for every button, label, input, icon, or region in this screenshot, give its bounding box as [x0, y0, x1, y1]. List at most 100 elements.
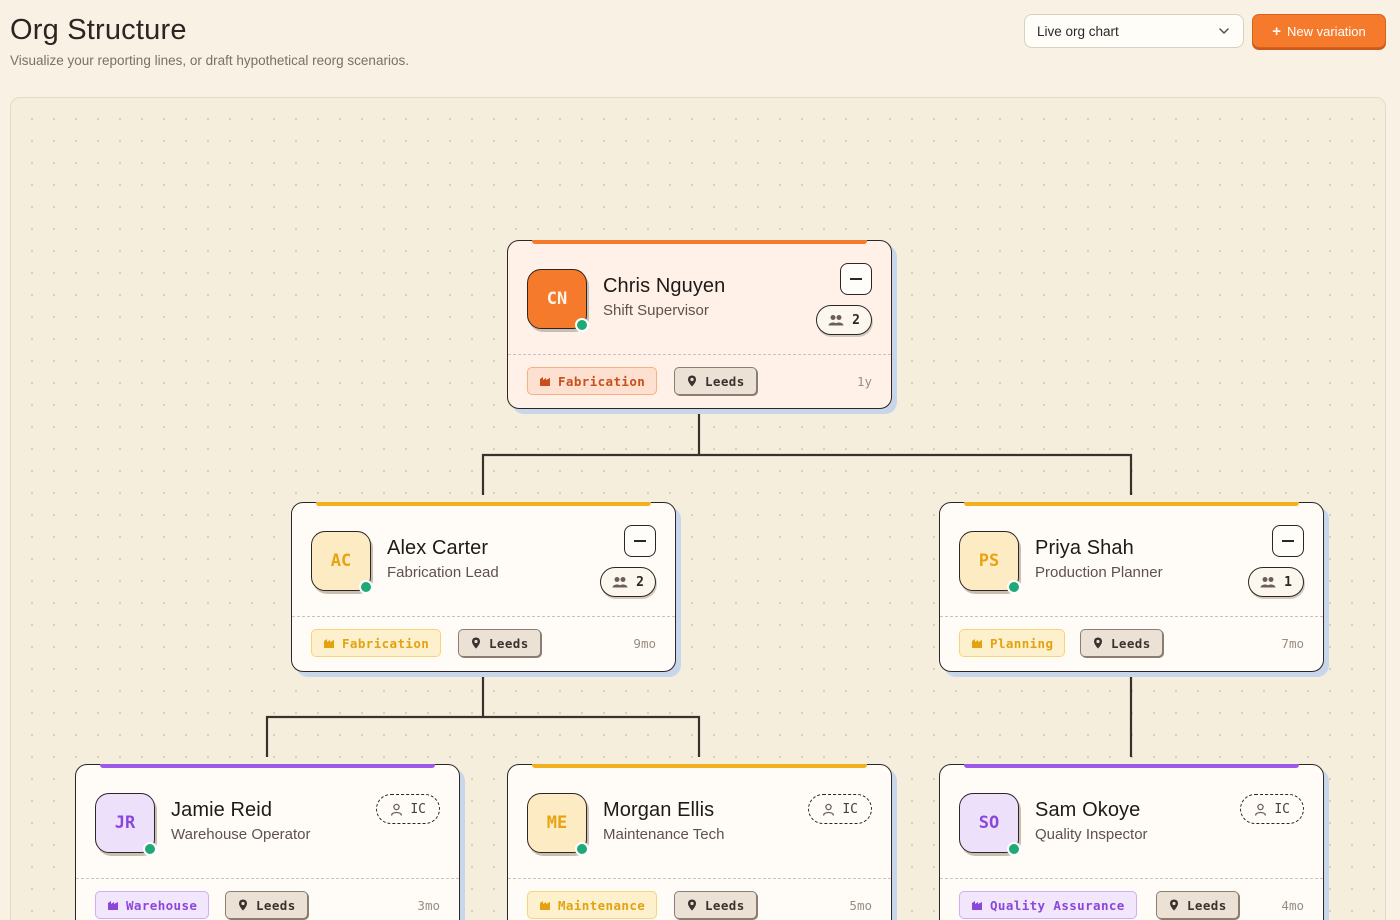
- employee-role: Quality Inspector: [1035, 826, 1148, 843]
- online-status-dot: [359, 580, 373, 594]
- employee-name: Alex Carter: [387, 537, 489, 559]
- location-label: Leeds: [256, 897, 296, 913]
- avatar: JR: [95, 793, 157, 856]
- tenure-label: 5mo: [849, 898, 872, 913]
- location-pin-icon: [1170, 899, 1178, 911]
- department-label: Maintenance: [558, 897, 646, 913]
- department-tag: Fabrication: [311, 629, 442, 657]
- building-icon: [540, 901, 550, 910]
- employee-role: Maintenance Tech: [603, 826, 725, 843]
- location-label: Leeds: [705, 897, 745, 913]
- employee-role: Production Planner: [1035, 564, 1163, 581]
- card-accent-bar: [100, 764, 435, 768]
- online-status-dot: [575, 318, 589, 332]
- org-card-sam-okoye[interactable]: SO Sam Okoye Quality Inspector IC Qualit…: [939, 764, 1324, 920]
- direct-reports-badge[interactable]: 2: [816, 305, 872, 335]
- department-tag: Quality Assurance: [959, 891, 1137, 919]
- building-icon: [540, 377, 550, 386]
- direct-reports-count: 2: [636, 574, 644, 590]
- page-title: Org Structure: [10, 14, 187, 46]
- card-divider: [508, 354, 891, 355]
- direct-reports-badge[interactable]: 1: [1248, 567, 1304, 597]
- department-label: Quality Assurance: [990, 897, 1125, 913]
- employee-role: Fabrication Lead: [387, 564, 499, 581]
- department-label: Fabrication: [342, 635, 430, 651]
- direct-reports-count: 2: [852, 312, 860, 328]
- location-pin-icon: [1094, 637, 1102, 649]
- location-label: Leeds: [705, 373, 745, 389]
- department-tag: Warehouse: [95, 891, 210, 919]
- card-divider: [292, 616, 675, 617]
- location-tag: Leeds: [674, 367, 757, 395]
- card-accent-bar: [316, 502, 651, 506]
- location-tag: Leeds: [1080, 629, 1163, 657]
- building-icon: [324, 639, 334, 648]
- org-card-chris-nguyen[interactable]: CN Chris Nguyen Shift Supervisor 2 Fabri…: [507, 240, 892, 409]
- plus-icon: +: [1272, 22, 1281, 40]
- building-icon: [972, 901, 982, 910]
- location-pin-icon: [688, 899, 696, 911]
- employee-role: Warehouse Operator: [171, 826, 311, 843]
- page-subtitle: Visualize your reporting lines, or draft…: [10, 53, 409, 68]
- card-divider: [940, 878, 1323, 879]
- employee-name: Chris Nguyen: [603, 275, 726, 297]
- people-icon: [612, 577, 628, 588]
- org-card-jamie-reid[interactable]: JR Jamie Reid Warehouse Operator IC Ware…: [75, 764, 460, 920]
- building-icon: [108, 901, 118, 910]
- online-status-dot: [575, 842, 589, 856]
- ic-label: IC: [1274, 801, 1290, 817]
- card-divider: [508, 878, 891, 879]
- tenure-label: 3mo: [417, 898, 440, 913]
- minus-icon: [634, 540, 646, 542]
- department-tag: Maintenance: [527, 891, 658, 919]
- collapse-button[interactable]: [840, 263, 872, 295]
- location-label: Leeds: [1111, 635, 1151, 651]
- card-divider: [940, 616, 1323, 617]
- tenure-label: 7mo: [1281, 636, 1304, 651]
- employee-name: Morgan Ellis: [603, 799, 715, 821]
- department-label: Planning: [990, 635, 1054, 651]
- card-divider: [76, 878, 459, 879]
- location-tag: Leeds: [1156, 891, 1239, 919]
- online-status-dot: [143, 842, 157, 856]
- person-icon: [391, 803, 403, 816]
- individual-contributor-badge: IC: [808, 794, 872, 824]
- avatar-initials: ME: [546, 813, 568, 833]
- avatar: SO: [959, 793, 1021, 856]
- org-card-morgan-ellis[interactable]: ME Morgan Ellis Maintenance Tech IC Main…: [507, 764, 892, 920]
- person-icon: [823, 803, 835, 816]
- location-tag: Leeds: [225, 891, 308, 919]
- card-accent-bar: [532, 764, 867, 768]
- department-tag: Planning: [959, 629, 1066, 657]
- individual-contributor-badge: IC: [1240, 794, 1304, 824]
- employee-name: Priya Shah: [1035, 537, 1134, 559]
- new-variation-label: New variation: [1287, 23, 1366, 39]
- location-pin-icon: [472, 637, 480, 649]
- avatar-initials: JR: [114, 813, 136, 833]
- page-header: Org Structure Visualize your reporting l…: [10, 14, 409, 68]
- avatar: PS: [959, 531, 1021, 594]
- card-accent-bar: [964, 502, 1299, 506]
- location-pin-icon: [688, 375, 696, 387]
- org-card-priya-shah[interactable]: PS Priya Shah Production Planner 1 Plann…: [939, 502, 1324, 672]
- new-variation-button[interactable]: + New variation: [1252, 14, 1386, 48]
- card-accent-bar: [964, 764, 1299, 768]
- department-label: Fabrication: [558, 373, 646, 389]
- collapse-button[interactable]: [624, 525, 656, 557]
- people-icon: [1260, 577, 1276, 588]
- avatar: ME: [527, 793, 589, 856]
- person-icon: [1255, 803, 1267, 816]
- avatar-initials: SO: [978, 813, 1000, 833]
- direct-reports-badge[interactable]: 2: [600, 567, 656, 597]
- employee-name: Jamie Reid: [171, 799, 273, 821]
- location-label: Leeds: [1187, 897, 1227, 913]
- location-pin-icon: [239, 899, 247, 911]
- tenure-label: 1y: [856, 374, 872, 389]
- department-tag: Fabrication: [527, 367, 658, 395]
- location-label: Leeds: [489, 635, 529, 651]
- avatar-initials: AC: [330, 551, 352, 571]
- org-card-alex-carter[interactable]: AC Alex Carter Fabrication Lead 2 Fabric…: [291, 502, 676, 672]
- view-select[interactable]: Live org chart: [1024, 14, 1244, 48]
- collapse-button[interactable]: [1272, 525, 1304, 557]
- employee-name: Sam Okoye: [1035, 799, 1141, 821]
